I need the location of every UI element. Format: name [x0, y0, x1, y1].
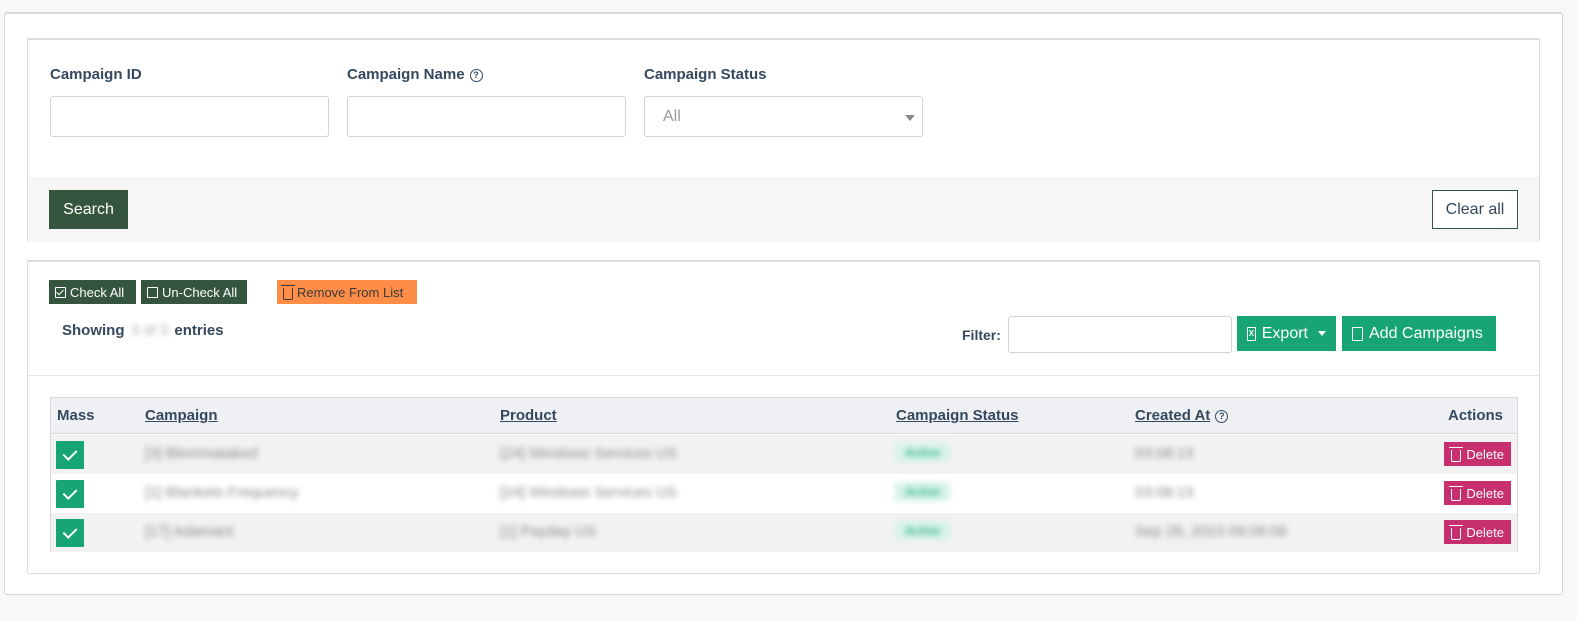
campaign-name-input[interactable]: [347, 96, 626, 137]
campaign-id-label: Campaign ID: [50, 66, 142, 83]
trash-icon: [1449, 485, 1464, 501]
table-header: Mass Campaign Product Campaign Status Cr…: [51, 398, 1517, 434]
row-product[interactable]: [24] Windows Services US: [500, 484, 677, 501]
delete-button[interactable]: Delete: [1444, 442, 1511, 466]
status-badge: Active: [895, 443, 951, 462]
question-circle-icon[interactable]: ?: [469, 69, 483, 82]
remove-from-list-label: Remove From List: [297, 284, 404, 300]
row-check-icon[interactable]: [56, 441, 84, 469]
trash-icon: [281, 284, 295, 300]
header-campaign-status[interactable]: Campaign Status: [896, 407, 1019, 424]
search-footer: Search Clear all: [28, 177, 1539, 242]
header-actions: Actions: [1447, 407, 1503, 424]
showing-entries: Showing 3 of 3 entries: [62, 322, 224, 339]
delete-button[interactable]: Delete: [1444, 481, 1511, 505]
showing-suffix: entries: [174, 322, 224, 339]
check-all-label: Check All: [70, 284, 125, 300]
header-product[interactable]: Product: [500, 407, 557, 424]
campaign-list-panel: Check All Un-Check All Remove From List …: [27, 260, 1540, 574]
checked-box-icon: [55, 286, 66, 298]
campaign-status-select[interactable]: All: [644, 96, 923, 137]
row-created-at: 03:08:13: [1135, 484, 1194, 501]
divider: [28, 375, 1539, 376]
clear-all-button[interactable]: Clear all: [1432, 190, 1518, 229]
status-badge: Active: [895, 482, 951, 501]
check-all-button[interactable]: Check All: [49, 280, 136, 304]
header-mass: Mass: [57, 407, 95, 424]
uncheck-all-button[interactable]: Un-Check All: [141, 280, 247, 304]
excel-file-icon: X: [1247, 326, 1256, 341]
search-panel: Campaign ID Campaign Name? Campaign Stat…: [27, 38, 1540, 242]
filter-input[interactable]: [1008, 316, 1232, 353]
trash-icon: [1449, 446, 1464, 462]
campaign-name-label: Campaign Name: [347, 66, 465, 83]
row-campaign[interactable]: [17] Adamant: [145, 523, 233, 540]
row-created-at: 03:08:13: [1135, 445, 1194, 462]
header-created-at[interactable]: Created At: [1135, 407, 1210, 424]
row-product[interactable]: [24] Windows Services US: [500, 445, 677, 462]
delete-label: Delete: [1466, 446, 1504, 462]
add-campaigns-button[interactable]: Add Campaigns: [1342, 316, 1496, 351]
search-button[interactable]: Search: [49, 190, 128, 229]
delete-button[interactable]: Delete: [1444, 520, 1511, 544]
uncheck-all-label: Un-Check All: [162, 284, 238, 300]
row-check-icon[interactable]: [56, 480, 84, 508]
caret-down-icon: [1318, 331, 1326, 336]
showing-prefix: Showing: [62, 322, 125, 339]
table-row: [17] Adamant [1] Payday US Active Sep 28…: [51, 513, 1517, 552]
campaign-status-label: Campaign Status: [644, 66, 767, 83]
showing-count: 3 of 3: [130, 322, 169, 339]
row-campaign[interactable]: [3] Blemmataked: [145, 445, 258, 462]
row-created-at: Sep 28, 2023 09:09:08: [1135, 523, 1287, 540]
table-row: [3] Blemmataked [24] Windows Services US…: [51, 435, 1517, 474]
filter-label: Filter:: [962, 327, 1001, 343]
row-campaign[interactable]: [1] Blankets Frequency: [145, 484, 298, 501]
row-check-icon[interactable]: [56, 519, 84, 547]
campaign-name-label-wrap: Campaign Name?: [347, 66, 483, 83]
campaigns-table: Mass Campaign Product Campaign Status Cr…: [50, 397, 1518, 552]
header-created-at-wrap: Created At?: [1135, 407, 1229, 424]
row-product[interactable]: [1] Payday US: [500, 523, 596, 540]
trash-icon: [1449, 524, 1464, 540]
file-icon: [1352, 326, 1363, 341]
delete-label: Delete: [1466, 524, 1504, 540]
question-circle-icon[interactable]: ?: [1215, 410, 1229, 423]
add-campaigns-label: Add Campaigns: [1369, 324, 1483, 342]
main-card: Campaign ID Campaign Name? Campaign Stat…: [4, 12, 1563, 595]
campaign-status-selected: All: [663, 108, 681, 125]
delete-label: Delete: [1466, 485, 1504, 501]
remove-from-list-button[interactable]: Remove From List: [277, 280, 417, 304]
header-campaign[interactable]: Campaign: [145, 407, 218, 424]
empty-box-icon: [147, 286, 158, 298]
status-badge: Active: [895, 521, 951, 540]
export-label: Export: [1261, 324, 1308, 342]
export-button[interactable]: X Export: [1237, 316, 1336, 351]
table-row: [1] Blankets Frequency [24] Windows Serv…: [51, 474, 1517, 513]
caret-down-icon: [905, 115, 915, 121]
campaign-id-input[interactable]: [50, 96, 329, 137]
